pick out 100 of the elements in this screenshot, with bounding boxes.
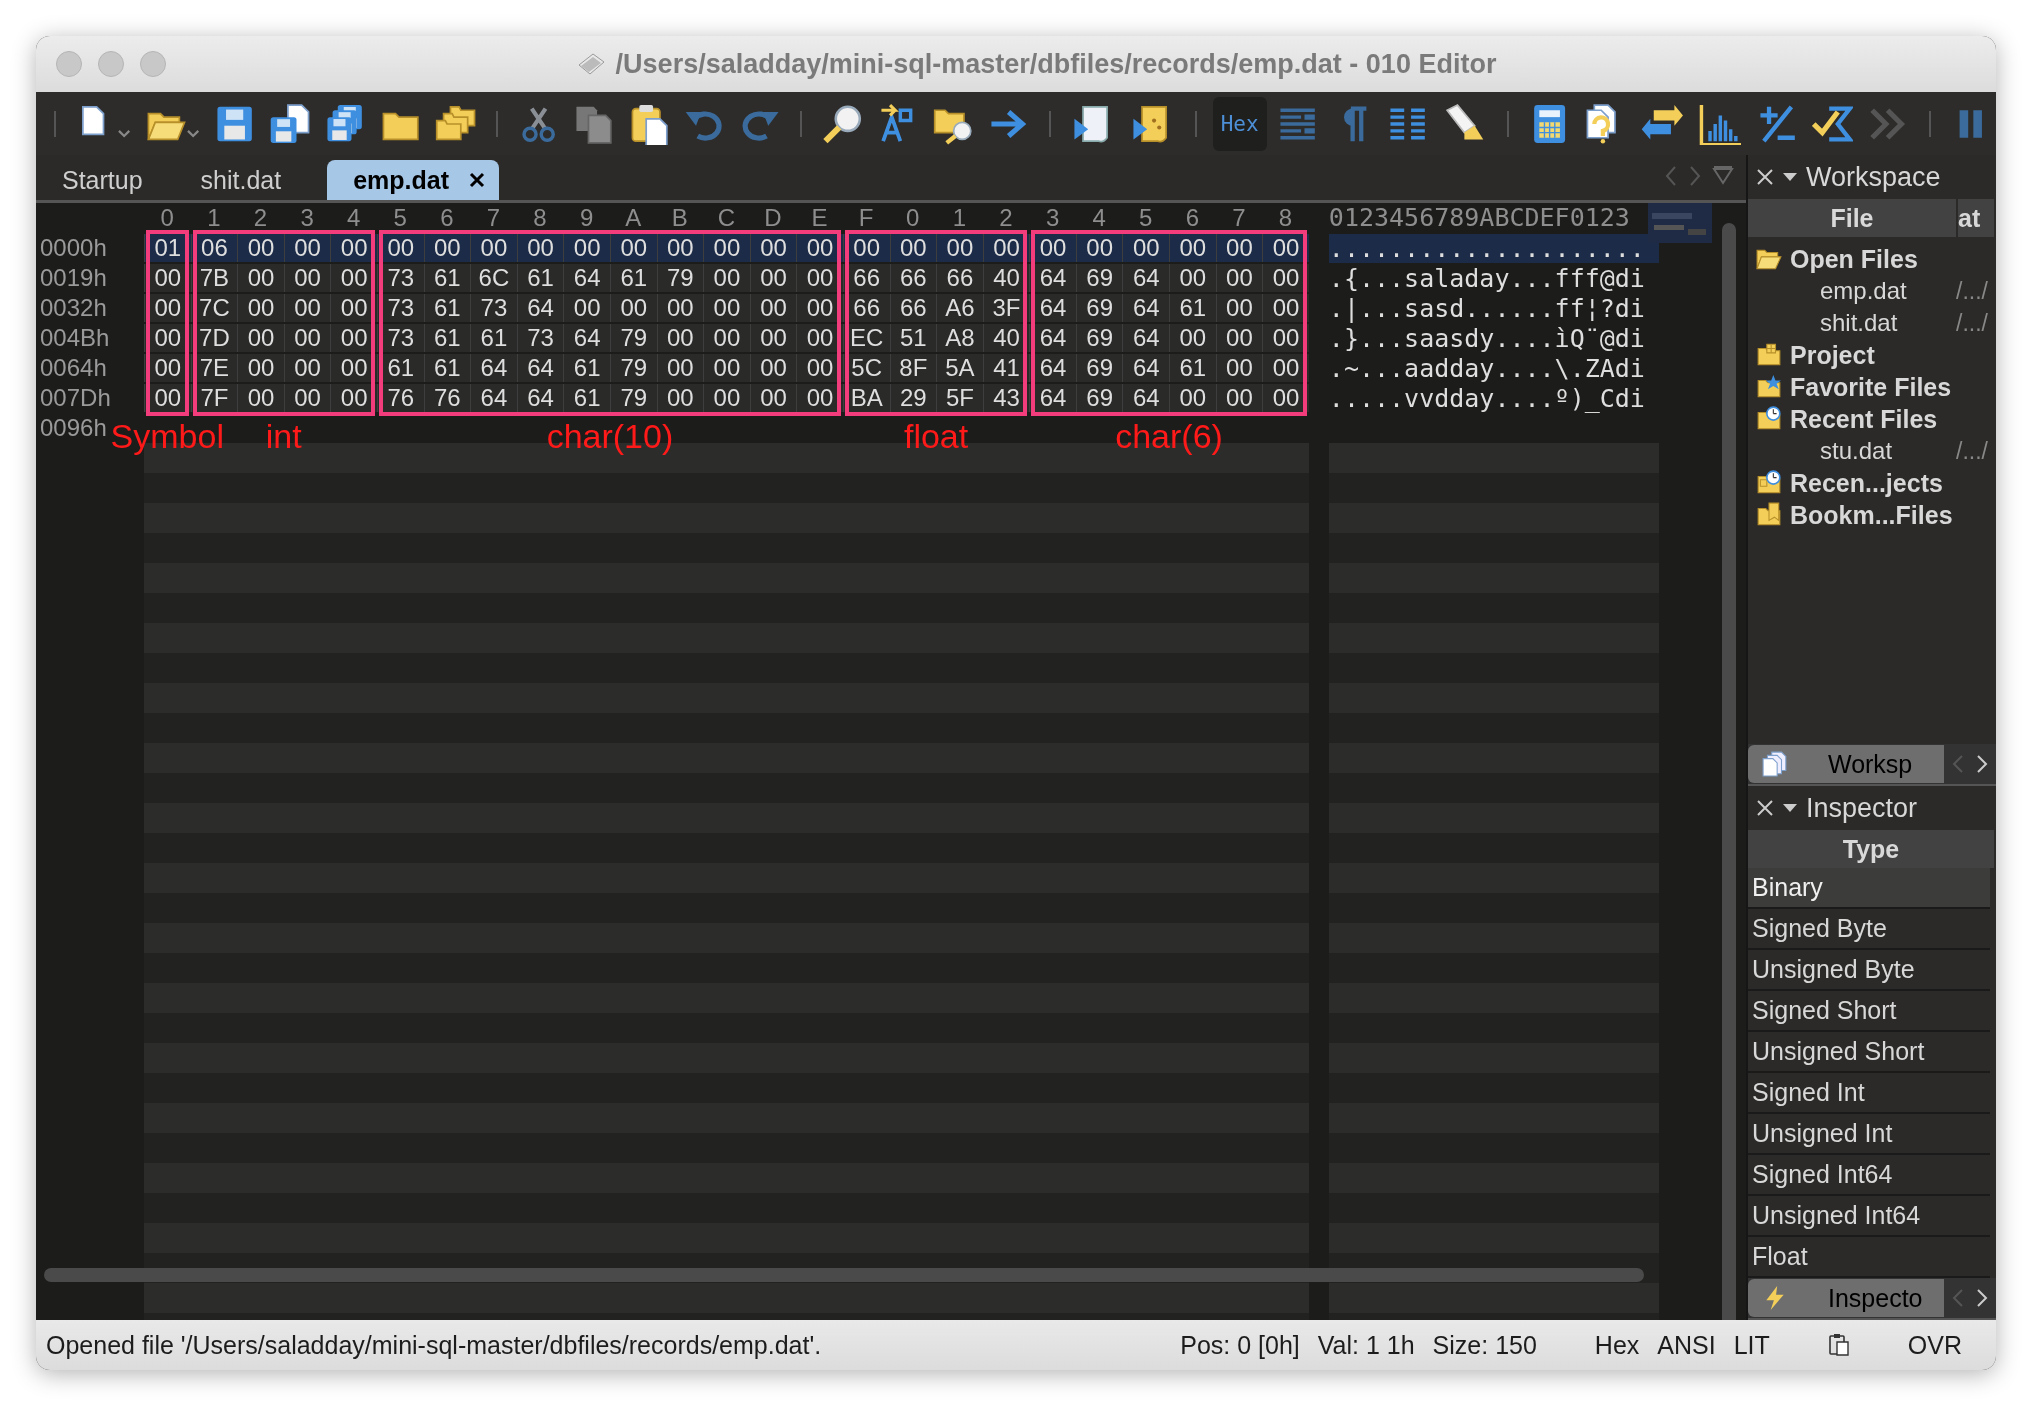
hex-byte[interactable]: 00 xyxy=(283,264,331,292)
hex-byte[interactable]: 00 xyxy=(796,294,843,322)
hex-byte[interactable]: 64 xyxy=(1029,264,1076,292)
file-name[interactable]: stu.dat xyxy=(1820,437,1957,465)
file-name[interactable]: shit.dat xyxy=(1820,309,1957,337)
hex-byte[interactable]: 29 xyxy=(889,384,937,412)
hex-byte[interactable]: 66 xyxy=(889,294,937,322)
hex-byte[interactable]: 64 xyxy=(470,384,517,412)
hex-byte[interactable]: 00 xyxy=(237,354,284,382)
hex-byte[interactable]: 5F xyxy=(936,384,983,412)
hex-byte[interactable]: 00 xyxy=(283,384,331,412)
hex-byte[interactable]: 00 xyxy=(749,234,797,262)
ascii-text[interactable]: .....vvdday....º)_Cdi xyxy=(1328,383,1659,413)
hex-byte[interactable]: 00 xyxy=(1169,264,1216,292)
ascii-text[interactable]: .~...aadday....\.ZAdi xyxy=(1328,353,1659,383)
hex-byte[interactable]: 00 xyxy=(703,294,750,322)
tree-item[interactable]: Recen...jects xyxy=(1790,468,1943,498)
hex-byte[interactable]: 79 xyxy=(609,354,657,382)
hex-byte[interactable]: 69 xyxy=(1075,324,1123,352)
hex-byte[interactable]: 00 xyxy=(423,234,471,262)
hex-byte[interactable]: 00 xyxy=(1262,354,1309,382)
hex-byte[interactable]: 00 xyxy=(1215,264,1263,292)
hex-byte[interactable]: 61 xyxy=(470,324,517,352)
hex-byte[interactable]: 00 xyxy=(656,234,704,262)
hex-byte[interactable]: 64 xyxy=(1122,354,1170,382)
edit-mode[interactable]: Hex xyxy=(1594,1330,1640,1360)
hex-byte[interactable]: 64 xyxy=(563,324,610,352)
hex-byte[interactable]: 00 xyxy=(1262,234,1309,262)
hex-byte[interactable]: 61 xyxy=(423,354,471,382)
hex-byte[interactable]: 61 xyxy=(516,264,564,292)
tree-item[interactable]: Bookm...Files xyxy=(1790,500,1953,530)
hex-byte[interactable]: 64 xyxy=(563,264,610,292)
hex-byte[interactable]: 00 xyxy=(283,294,331,322)
hex-byte[interactable]: 00 xyxy=(330,264,377,292)
hex-byte[interactable]: 00 xyxy=(796,324,843,352)
hex-byte[interactable]: 69 xyxy=(1075,294,1123,322)
hex-byte[interactable]: 66 xyxy=(889,264,937,292)
hex-byte[interactable]: 00 xyxy=(1262,324,1309,352)
hex-byte[interactable]: 00 xyxy=(796,264,843,292)
column-header[interactable]: File xyxy=(1748,199,1958,237)
hex-byte[interactable]: 64 xyxy=(1122,294,1170,322)
hex-byte[interactable]: 00 xyxy=(1215,324,1263,352)
hex-byte[interactable]: 00 xyxy=(563,234,610,262)
hex-byte[interactable]: 00 xyxy=(749,384,797,412)
charset-mode[interactable]: ANSI xyxy=(1657,1330,1716,1360)
hex-byte[interactable]: 61 xyxy=(563,384,610,412)
endian-mode[interactable]: LIT xyxy=(1733,1330,1770,1360)
hex-byte[interactable]: 00 xyxy=(656,384,704,412)
hex-byte[interactable]: 64 xyxy=(1029,384,1076,412)
hex-byte[interactable]: 64 xyxy=(1122,324,1170,352)
hex-byte[interactable]: 00 xyxy=(1215,294,1263,322)
hex-byte[interactable]: 00 xyxy=(237,324,284,352)
hex-byte[interactable]: 00 xyxy=(1262,294,1309,322)
hex-byte[interactable]: 00 xyxy=(749,324,797,352)
panel-tab[interactable]: Inspecto xyxy=(1748,1279,1944,1317)
hex-byte[interactable]: 79 xyxy=(609,384,657,412)
hex-byte[interactable]: 00 xyxy=(237,234,284,262)
hex-byte[interactable]: 64 xyxy=(1029,324,1076,352)
hex-byte[interactable]: 00 xyxy=(889,234,937,262)
hex-byte[interactable]: 61 xyxy=(609,264,657,292)
hex-byte[interactable]: 61 xyxy=(1169,354,1216,382)
hex-byte[interactable]: 00 xyxy=(796,234,843,262)
hex-byte[interactable]: 00 xyxy=(1262,384,1309,412)
hex-byte[interactable]: 64 xyxy=(1122,384,1170,412)
file-tab[interactable]: shit.dat xyxy=(188,160,328,200)
hex-byte[interactable]: 00 xyxy=(1215,234,1263,262)
tree-item[interactable]: Recent Files xyxy=(1790,404,1938,434)
hex-byte[interactable]: 00 xyxy=(283,354,331,382)
hex-byte[interactable]: 00 xyxy=(237,294,284,322)
column-header[interactable]: at xyxy=(1958,199,1996,237)
hex-byte[interactable]: 8F xyxy=(889,354,937,382)
hex-byte[interactable]: 00 xyxy=(609,234,657,262)
hex-byte[interactable]: 00 xyxy=(563,294,610,322)
hex-byte[interactable]: 61 xyxy=(423,324,471,352)
hex-byte[interactable]: 00 xyxy=(330,234,377,262)
insert-mode[interactable]: OVR xyxy=(1907,1330,1962,1360)
hex-byte[interactable]: 00 xyxy=(237,264,284,292)
file-tab[interactable]: Startup xyxy=(50,160,189,200)
panel-tab[interactable]: Worksp xyxy=(1748,745,1944,783)
hex-byte[interactable]: 64 xyxy=(516,354,564,382)
hex-byte[interactable]: 00 xyxy=(1215,354,1263,382)
hex-byte[interactable]: 51 xyxy=(889,324,937,352)
file-name[interactable]: emp.dat xyxy=(1820,277,1957,305)
ascii-text[interactable]: .{...saladay...fff@di xyxy=(1328,263,1659,293)
hex-byte[interactable]: 00 xyxy=(703,324,750,352)
hex-byte[interactable]: 00 xyxy=(703,354,750,382)
hex-byte[interactable]: 00 xyxy=(749,354,797,382)
hex-byte[interactable]: 00 xyxy=(656,324,704,352)
hex-byte[interactable]: 00 xyxy=(283,234,331,262)
tree-item[interactable]: Favorite Files xyxy=(1790,372,1952,402)
file-tab[interactable]: emp.dat xyxy=(327,160,500,200)
hex-byte[interactable]: 00 xyxy=(330,324,377,352)
hex-byte[interactable]: 00 xyxy=(330,354,377,382)
hex-byte[interactable]: 73 xyxy=(470,294,517,322)
hex-byte[interactable]: 79 xyxy=(609,324,657,352)
hex-byte[interactable]: 69 xyxy=(1075,264,1123,292)
tree-item[interactable]: Project xyxy=(1790,340,1875,370)
hex-byte[interactable]: 00 xyxy=(516,234,564,262)
hex-byte[interactable]: 00 xyxy=(330,294,377,322)
hex-byte[interactable]: 00 xyxy=(470,234,517,262)
